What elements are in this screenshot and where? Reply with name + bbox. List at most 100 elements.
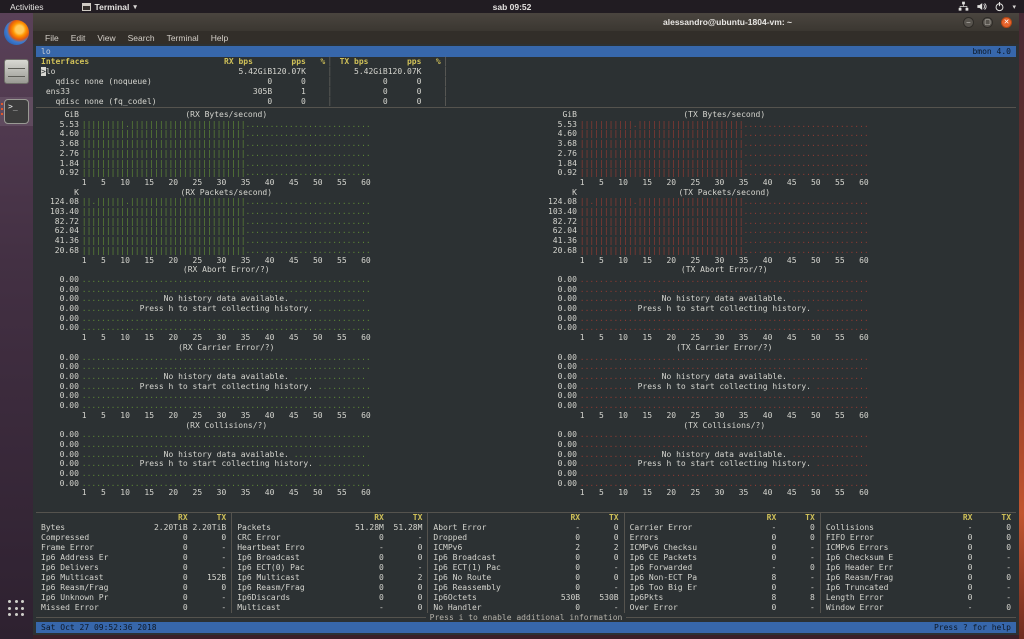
clock[interactable]: sab 09:52 bbox=[0, 2, 1024, 12]
graph-bars: ||||||||||||||||||||||||||||||||||......… bbox=[82, 236, 371, 246]
close-button[interactable]: ✕ bbox=[1001, 16, 1012, 28]
rx-column-header: RX bbox=[962, 513, 973, 523]
y-axis-label: 0.00 bbox=[59, 284, 79, 294]
graph-bars: ................ No history data availab… bbox=[82, 294, 366, 304]
terminal-icon[interactable]: >_ bbox=[4, 99, 29, 124]
maximize-button[interactable]: ▢ bbox=[982, 16, 993, 28]
menu-file[interactable]: File bbox=[39, 33, 65, 43]
graph-row: 0.00....................................… bbox=[548, 314, 1016, 324]
stat-row: Ip6 Broadcast 0 0 bbox=[237, 553, 422, 563]
axis-spacer bbox=[548, 333, 577, 343]
minimize-button[interactable]: – bbox=[963, 16, 974, 28]
bar-segment: ................ bbox=[81, 449, 159, 459]
graph-message: No history data available. bbox=[158, 449, 294, 459]
stat-tx-value: - bbox=[809, 603, 815, 613]
activities-button[interactable]: Activities bbox=[0, 2, 54, 12]
stat-rx-value: 0 bbox=[379, 533, 384, 543]
stat-label: Ip6 Reassembly bbox=[433, 583, 501, 593]
y-axis-label: 4.60 bbox=[557, 129, 577, 139]
unit-label bbox=[548, 265, 577, 275]
graph-row: 0.00....................................… bbox=[548, 275, 1016, 285]
stat-label: Ip6 Forwarded bbox=[629, 563, 693, 573]
graph-row: 0.00........... Press h to start collect… bbox=[50, 382, 526, 392]
stat-rx-value: 8 bbox=[771, 593, 777, 603]
y-axis-label: 0.00 bbox=[59, 362, 79, 372]
graph-bars: ................ No history data availab… bbox=[82, 372, 366, 382]
col-rx-pct: % bbox=[320, 57, 326, 66]
graph-message: Press h to start collecting history. bbox=[134, 304, 318, 314]
y-axis-label: 0.00 bbox=[59, 439, 79, 449]
graph-row: 5.53 |||||||||.||||||||||||||||||||||||..… bbox=[50, 120, 526, 130]
y-axis-label: 0.00 bbox=[59, 401, 79, 411]
bar-segment: ........... bbox=[81, 304, 135, 314]
stat-tx-value: 0 bbox=[417, 543, 423, 553]
tx-pct-value bbox=[421, 67, 440, 77]
firefox-icon[interactable] bbox=[4, 20, 29, 45]
stat-row: Packets 51.28M 51.28M bbox=[237, 523, 422, 533]
y-axis-label: 62.04 bbox=[552, 226, 577, 236]
graph-column-rx: GiB (RX Bytes/second) 5.53 |||||||||.||||||… bbox=[36, 110, 526, 498]
app-menu[interactable]: Terminal ▾ bbox=[81, 2, 137, 12]
stat-rx-value: 530B bbox=[560, 593, 581, 603]
files-icon[interactable] bbox=[4, 59, 29, 84]
window-titlebar[interactable]: alessandro@ubuntu-1804-vm: ~ – ▢ ✕ bbox=[33, 13, 1019, 31]
graph-bars: ||||||||||||||||||||||||||||||||||......… bbox=[82, 129, 371, 139]
menu-edit[interactable]: Edit bbox=[65, 33, 92, 43]
system-tray[interactable]: ▾ bbox=[958, 1, 1024, 12]
stat-tx-value: 0 bbox=[417, 553, 423, 563]
column-separator: │ bbox=[443, 57, 448, 66]
stat-rx-value: 0 bbox=[575, 533, 581, 543]
stat-tx-value: - bbox=[613, 603, 619, 613]
graph-column-tx: GiB (TX Bytes/second) 5.53 |||||||||||.||||… bbox=[526, 110, 1016, 498]
bar-segment: ........... bbox=[317, 381, 371, 391]
graph-row: 124.08 ||.||||||||.||||||||||||||||||||||… bbox=[548, 197, 1016, 207]
menu-search[interactable]: Search bbox=[122, 33, 161, 43]
graph-bars: ................ No history data availab… bbox=[580, 450, 864, 460]
stat-row: Ip6 Broadcast 0 0 bbox=[433, 553, 618, 563]
graph-bars: ||||||||||||||||||||||||||||||||||......… bbox=[580, 159, 869, 169]
interface-row[interactable]: >lo 5.42GiB 120.07K │ 5.42GiB 120.07K │ bbox=[41, 67, 1016, 77]
stat-row: Ip6 Reassembly 0 - bbox=[433, 583, 618, 593]
graph-axis-row: 1 5 10 15 20 25 30 35 40 45 50 55 60 bbox=[548, 256, 1016, 266]
y-axis-label: 3.68 bbox=[557, 139, 577, 149]
bar-segment: ........................................… bbox=[579, 352, 869, 362]
graph-bars: ........... Press h to start collecting … bbox=[580, 304, 869, 314]
stats-group-header: RX TX bbox=[433, 513, 618, 523]
bar-segment: ........... bbox=[815, 381, 869, 391]
stat-row: Carrier Error - 0 bbox=[630, 523, 815, 533]
interface-row[interactable]: qdisc none (noqueue) 0 0 │ 0 0 │ bbox=[41, 77, 1016, 87]
x-axis-ticks: 1 5 10 15 20 25 30 35 40 45 50 55 60 bbox=[579, 488, 869, 498]
show-applications-icon[interactable] bbox=[6, 598, 28, 620]
bmon-status-bar: Sat Oct 27 09:52:36 2018 Press ? for hel… bbox=[36, 622, 1016, 634]
graph-row: 5.53 |||||||||||.||||||||||||||||||||||..… bbox=[548, 120, 1016, 130]
graph-message: Press h to start collecting history. bbox=[632, 459, 816, 469]
stat-row: Compressed 0 0 bbox=[41, 533, 226, 543]
graph-bars: ........................................… bbox=[82, 479, 371, 489]
rx-pps-value: 1 bbox=[301, 87, 306, 96]
stat-label: Ip6 Truncated bbox=[825, 583, 889, 593]
menu-terminal[interactable]: Terminal bbox=[161, 33, 205, 43]
rx-column-header: RX bbox=[570, 513, 581, 523]
bar-segment: ||||||||||||||||||||||||||||||||||......… bbox=[579, 139, 869, 149]
graph-message: No history data available. bbox=[656, 371, 792, 381]
y-axis-label: 124.08 bbox=[50, 197, 79, 207]
graph-row: 0.00....................................… bbox=[548, 285, 1016, 295]
interface-row[interactable]: ens33 305B 1 │ 0 0 │ bbox=[41, 87, 1016, 97]
graph-row: 0.00........... Press h to start collect… bbox=[50, 459, 526, 469]
bar-segment: ............... bbox=[791, 371, 864, 381]
column-separator: │ bbox=[327, 87, 333, 96]
stat-row: Ip6Discards 0 0 bbox=[237, 593, 422, 603]
stats-group: RX TX Bytes 2.20TiB 2.20TiB Compressed 0 0 Frame… bbox=[36, 513, 231, 613]
graph-row: 1.84 ||||||||||||||||||||||||||||||||||..… bbox=[548, 159, 1016, 169]
rx-column-header: RX bbox=[766, 513, 777, 523]
column-separator: │ bbox=[327, 57, 333, 66]
graph-tx-carrier-error: (TX Carrier Error/?) 0.00................… bbox=[548, 343, 1016, 421]
axis-spacer bbox=[50, 333, 79, 343]
stat-row: FIFO Error 0 0 bbox=[826, 533, 1011, 543]
stat-tx-value: 0 bbox=[613, 573, 619, 583]
interface-row[interactable]: qdisc none (fq_codel) 0 0 │ 0 0 │ bbox=[41, 97, 1016, 107]
axis-spacer bbox=[50, 178, 79, 188]
menu-view[interactable]: View bbox=[91, 33, 121, 43]
stat-row: Heartbeat Erro - 0 bbox=[237, 543, 422, 553]
menu-help[interactable]: Help bbox=[205, 33, 234, 43]
